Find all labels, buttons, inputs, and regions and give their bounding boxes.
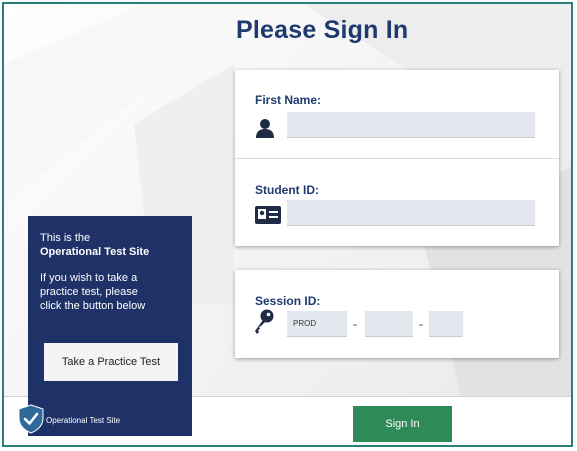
card-divider (235, 158, 559, 159)
id-card-icon (255, 206, 281, 224)
student-id-label: Student ID: (255, 183, 319, 197)
key-icon (255, 309, 274, 334)
session-separator-2: - (419, 317, 423, 331)
session-separator-1: - (353, 317, 357, 331)
info-line-1: This is the (40, 232, 91, 244)
shield-check-icon (18, 404, 44, 434)
sign-in-button[interactable]: Sign In (353, 406, 452, 442)
practice-test-button[interactable]: Take a Practice Test (44, 343, 178, 381)
session-part2-input[interactable] (365, 311, 413, 337)
first-name-label: First Name: (255, 93, 322, 107)
info-line-5: click the button below (40, 300, 146, 312)
sign-in-screen: Please Sign In First Name: Student ID: S… (2, 2, 573, 447)
info-line-4: practice test, please (40, 286, 138, 298)
info-line-3: If you wish to take a (40, 272, 138, 284)
credentials-card: First Name: Student ID: (235, 70, 559, 246)
session-id-label: Session ID: (255, 294, 321, 308)
student-id-input[interactable] (287, 200, 535, 226)
site-footer-label: Operational Test Site (46, 416, 121, 425)
operational-site-panel: This is the Operational Test Site If you… (28, 216, 192, 436)
info-line-2: Operational Test Site (40, 246, 150, 258)
session-prefix-input[interactable] (287, 311, 347, 337)
page-title: Please Sign In (236, 16, 409, 44)
session-card: Session ID: - - (235, 270, 559, 358)
first-name-input[interactable] (287, 112, 535, 138)
session-part3-input[interactable] (429, 311, 463, 337)
user-icon (256, 119, 274, 138)
